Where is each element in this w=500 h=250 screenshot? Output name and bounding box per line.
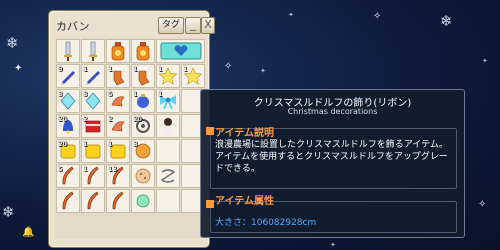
item-count: 3 — [133, 140, 138, 148]
inventory-slot[interactable] — [156, 164, 180, 188]
inventory-slot[interactable] — [106, 39, 130, 63]
inventory-slot[interactable]: 5 — [106, 89, 130, 113]
item-count: 1 — [183, 65, 188, 73]
inventory-slot[interactable]: 1 — [81, 64, 105, 88]
inventory-slot[interactable]: 20 — [56, 114, 80, 138]
item-count: 1 — [83, 65, 88, 73]
item-count: 13 — [108, 165, 117, 173]
spring-icon — [157, 165, 179, 187]
feather-icon — [57, 190, 79, 212]
inventory-slot[interactable]: 13 — [106, 164, 130, 188]
attribute-marker-icon — [205, 194, 215, 213]
inventory-slot[interactable] — [156, 139, 180, 163]
inventory-slot[interactable] — [156, 39, 205, 63]
item-size: 大きさ：106082928cm — [215, 218, 317, 228]
item-count: 9 — [58, 65, 63, 73]
snowflake-icon: ✦ — [14, 63, 23, 74]
inventory-slot[interactable]: 9 — [56, 64, 80, 88]
inventory-slot[interactable]: 1 — [81, 139, 105, 163]
inventory-slot[interactable]: 1 — [131, 64, 155, 88]
cookie-icon — [132, 165, 154, 187]
minimize-button[interactable]: _ — [185, 17, 201, 34]
bell-decoration-icon: 🔔 — [22, 227, 35, 238]
inventory-slot[interactable] — [131, 164, 155, 188]
item-description: 浪漫農場に設置したクリスマスルドルフを飾るアイテム。アイテムを使用するとクリスマ… — [215, 140, 448, 174]
snowflake-icon: ✧ — [224, 61, 233, 72]
snowflake-icon: ✧ — [478, 199, 487, 210]
inventory-slot[interactable]: 3 — [56, 89, 80, 113]
sword-icon — [57, 40, 79, 62]
inventory-slot[interactable] — [156, 189, 180, 213]
inventory-slot[interactable]: 1 — [106, 139, 130, 163]
inventory-slot[interactable]: 1 — [106, 64, 130, 88]
item-count: 20 — [58, 115, 67, 123]
inventory-slot[interactable] — [81, 189, 105, 213]
attribute-header: アイテム属性 — [215, 196, 274, 207]
inventory-slot[interactable]: 1 — [156, 89, 180, 113]
item-count: 3 — [58, 90, 63, 98]
item-count: 1 — [158, 90, 163, 98]
inventory-slot[interactable] — [131, 189, 155, 213]
inventory-slot[interactable]: 20 — [56, 139, 80, 163]
inventory-slot[interactable]: 1 — [81, 164, 105, 188]
gem-icon — [132, 190, 154, 212]
item-count: 1 — [108, 65, 113, 73]
item-count: 1 — [108, 140, 113, 148]
item-count: 2 — [83, 115, 88, 123]
inventory-window: カバン タグ _ X 9 1 1 1 1 1 3 3 5 1 1 20 2 2 20 20 1 1 3 5 1 13 — [48, 10, 215, 248]
item-count: 1 — [133, 65, 138, 73]
potion-icon — [107, 40, 129, 62]
inventory-slot[interactable]: 1 — [181, 64, 205, 88]
angel-icon — [157, 115, 179, 137]
snowflake-icon: ✦ — [482, 57, 488, 65]
snowflake-icon: ✧ — [373, 11, 382, 22]
item-count: 5 — [58, 165, 63, 173]
description-header: アイテム説明 — [215, 128, 274, 139]
item-count: 1 — [158, 65, 163, 73]
snowflake-icon: ❄ — [6, 34, 19, 52]
inventory-slot[interactable]: 5 — [56, 164, 80, 188]
item-name-english: Christmas decorations — [287, 107, 378, 116]
inventory-title: カバン — [56, 20, 90, 33]
inventory-slot[interactable] — [106, 189, 130, 213]
inventory-slot[interactable]: 20 — [131, 114, 155, 138]
close-button[interactable]: X — [201, 17, 215, 34]
inventory-slot[interactable]: 3 — [81, 89, 105, 113]
inventory-slot[interactable]: 1 — [131, 89, 155, 113]
inventory-slot[interactable]: 2 — [81, 114, 105, 138]
item-count: 5 — [108, 90, 113, 98]
feather-icon — [107, 190, 129, 212]
item-tooltip: クリスマスルドルフの飾り(リボン) Christmas decorations … — [200, 89, 465, 238]
inventory-slot[interactable]: 1 — [156, 64, 180, 88]
item-count: 3 — [83, 90, 88, 98]
item-count: 20 — [58, 140, 67, 148]
inventory-slot[interactable] — [56, 189, 80, 213]
snowflake-icon: ✦ — [330, 241, 336, 249]
item-count: 2 — [108, 115, 113, 123]
heart-box-icon — [157, 40, 204, 62]
inventory-grid: 9 1 1 1 1 1 3 3 5 1 1 20 2 2 20 20 1 1 3 5 1 13 — [55, 38, 205, 239]
inventory-slot[interactable] — [81, 39, 105, 63]
snowflake-icon: ✦ — [288, 11, 294, 19]
inventory-slot[interactable] — [131, 39, 155, 63]
feather-icon — [82, 190, 104, 212]
sword-icon — [82, 40, 104, 62]
snowflake-icon: ✦ — [260, 67, 266, 75]
snowflake-icon: ❄ — [2, 203, 15, 221]
inventory-slot[interactable] — [56, 39, 80, 63]
snowflake-icon: ❄ — [440, 12, 453, 30]
tag-button[interactable]: タグ — [158, 17, 184, 34]
potion-icon — [132, 40, 154, 62]
item-count: 20 — [133, 115, 142, 123]
item-count: 1 — [133, 90, 138, 98]
item-count: 1 — [83, 165, 88, 173]
inventory-slot[interactable] — [156, 114, 180, 138]
inventory-slot[interactable]: 2 — [106, 114, 130, 138]
item-count: 1 — [83, 140, 88, 148]
inventory-slot[interactable]: 3 — [131, 139, 155, 163]
